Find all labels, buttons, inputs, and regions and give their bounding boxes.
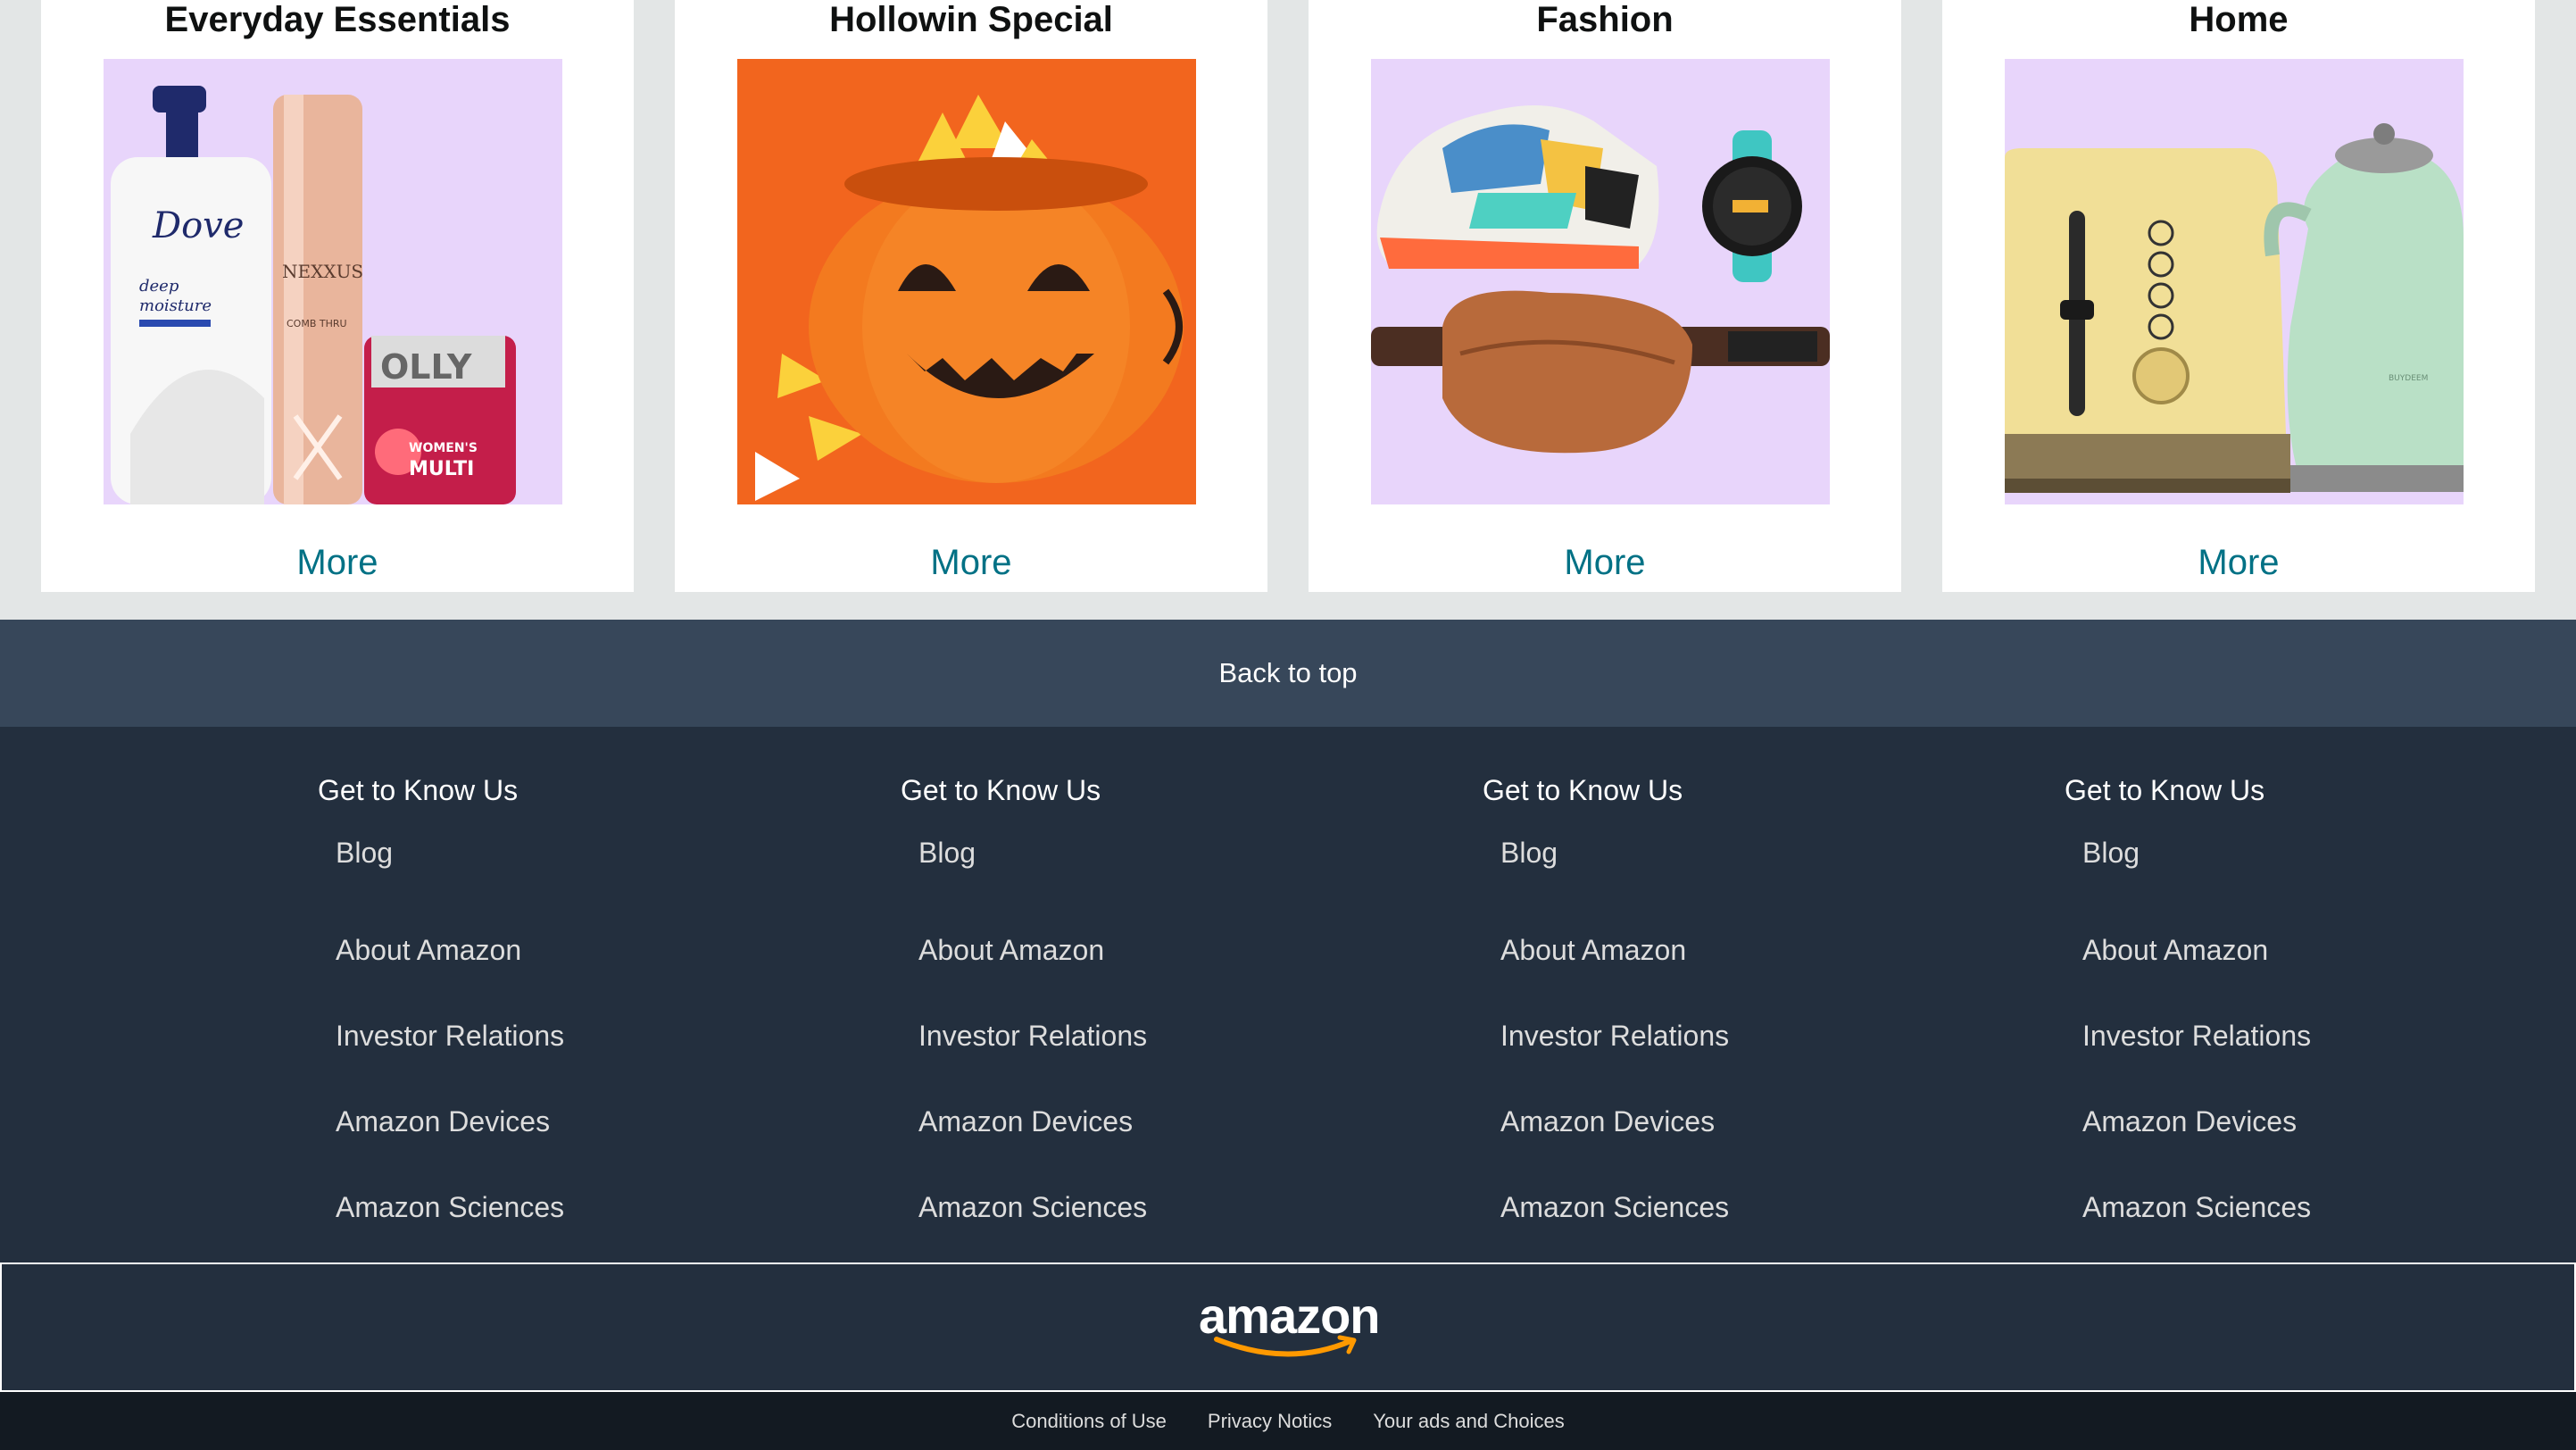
- footer-column-heading: Get to Know Us: [901, 774, 1101, 806]
- svg-text:BUYDEEM: BUYDEEM: [2389, 374, 2428, 383]
- card-title: Home: [2189, 0, 2289, 39]
- footer-column: Get to Know Us Blog About Amazon Investo…: [1483, 759, 1729, 1250]
- amazon-logo[interactable]: amazon: [1199, 1288, 1381, 1368]
- footer-link-blog[interactable]: Blog: [336, 821, 564, 884]
- card-title: Hollowin Special: [829, 0, 1113, 39]
- card-title: Everyday Essentials: [164, 0, 511, 39]
- more-link[interactable]: More: [1942, 536, 2535, 589]
- more-link[interactable]: More: [675, 536, 1267, 589]
- more-link[interactable]: More: [1309, 536, 1901, 589]
- footer-link-list: Blog About Amazon Investor Relations Ama…: [901, 821, 1147, 1250]
- footer-link-investor-relations[interactable]: Investor Relations: [336, 993, 564, 1079]
- footer-link-list: Blog About Amazon Investor Relations Ama…: [318, 821, 564, 1250]
- footer-link-amazon-sciences[interactable]: Amazon Sciences: [918, 1164, 1147, 1250]
- footer-column-heading: Get to Know Us: [1483, 774, 1683, 806]
- privacy-notice-link[interactable]: Privacy Notics: [1208, 1410, 1332, 1433]
- footer-logo-bar: amazon: [0, 1262, 2576, 1392]
- footer-column: Get to Know Us Blog About Amazon Investo…: [901, 759, 1147, 1250]
- category-cards: Everyday Essentials Dove deep moisture N…: [0, 0, 2576, 620]
- fashion-image[interactable]: [1371, 59, 1830, 504]
- footer-link-about-amazon[interactable]: About Amazon: [336, 907, 564, 993]
- more-link[interactable]: More: [41, 536, 634, 589]
- pumpkin-candy-image[interactable]: [737, 59, 1196, 504]
- card-title: Fashion: [1536, 0, 1674, 39]
- footer-link-blog[interactable]: Blog: [918, 821, 1147, 884]
- footer-link-about-amazon[interactable]: About Amazon: [2082, 907, 2311, 993]
- svg-text:Dove: Dove: [152, 205, 244, 246]
- footer-link-about-amazon[interactable]: About Amazon: [1500, 907, 1729, 993]
- legal-bar: Conditions of Use Privacy Notics Your ad…: [0, 1392, 2576, 1450]
- footer-column: Get to Know Us Blog About Amazon Investo…: [318, 759, 564, 1250]
- footer-link-list: Blog About Amazon Investor Relations Ama…: [1483, 821, 1729, 1250]
- card-home: Home BUYDEEM More: [1942, 0, 2535, 592]
- svg-text:OLLY: OLLY: [380, 347, 472, 387]
- home-appliances-image[interactable]: BUYDEEM: [2005, 59, 2464, 504]
- card-everyday-essentials: Everyday Essentials Dove deep moisture N…: [41, 0, 634, 592]
- svg-text:MULTI: MULTI: [409, 458, 474, 480]
- footer-link-amazon-sciences[interactable]: Amazon Sciences: [2082, 1164, 2311, 1250]
- footer-link-blog[interactable]: Blog: [1500, 821, 1729, 884]
- back-to-top-button[interactable]: Back to top: [0, 620, 2576, 727]
- smile-arrow-icon: [1214, 1335, 1357, 1356]
- footer-nav: Get to Know Us Blog About Amazon Investo…: [0, 727, 2576, 1262]
- footer-link-amazon-devices[interactable]: Amazon Devices: [336, 1079, 564, 1164]
- svg-text:deep: deep: [139, 277, 179, 296]
- footer-link-amazon-sciences[interactable]: Amazon Sciences: [336, 1164, 564, 1250]
- card-fashion: Fashion More: [1309, 0, 1901, 592]
- footer-link-amazon-devices[interactable]: Amazon Devices: [918, 1079, 1147, 1164]
- footer-link-amazon-sciences[interactable]: Amazon Sciences: [1500, 1164, 1729, 1250]
- footer-column: Get to Know Us Blog About Amazon Investo…: [2065, 759, 2311, 1250]
- footer-column-heading: Get to Know Us: [318, 774, 519, 806]
- footer-link-blog[interactable]: Blog: [2082, 821, 2311, 884]
- everyday-essentials-image[interactable]: Dove deep moisture NEXXUS COMB THRU OLLY…: [104, 59, 562, 504]
- card-hollowin-special: Hollowin Special More: [675, 0, 1267, 592]
- footer-link-investor-relations[interactable]: Investor Relations: [1500, 993, 1729, 1079]
- svg-text:moisture: moisture: [139, 296, 212, 315]
- footer-link-investor-relations[interactable]: Investor Relations: [918, 993, 1147, 1079]
- footer-link-amazon-devices[interactable]: Amazon Devices: [2082, 1079, 2311, 1164]
- ads-choices-link[interactable]: Your ads and Choices: [1373, 1410, 1564, 1433]
- svg-text:COMB THRU: COMB THRU: [287, 318, 347, 329]
- svg-text:NEXXUS: NEXXUS: [282, 261, 363, 282]
- conditions-of-use-link[interactable]: Conditions of Use: [1011, 1410, 1167, 1433]
- footer-link-amazon-devices[interactable]: Amazon Devices: [1500, 1079, 1729, 1164]
- footer-link-investor-relations[interactable]: Investor Relations: [2082, 993, 2311, 1079]
- footer-column-heading: Get to Know Us: [2065, 774, 2265, 806]
- footer-link-about-amazon[interactable]: About Amazon: [918, 907, 1147, 993]
- footer-link-list: Blog About Amazon Investor Relations Ama…: [2065, 821, 2311, 1250]
- svg-text:WOMEN'S: WOMEN'S: [409, 441, 478, 455]
